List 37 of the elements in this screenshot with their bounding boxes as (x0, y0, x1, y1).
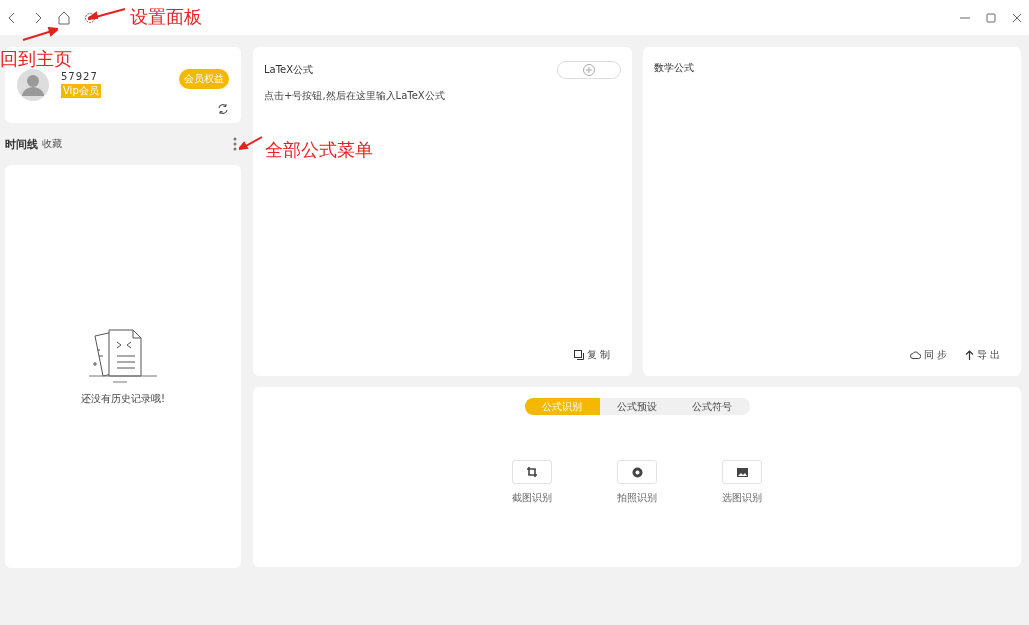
tool-button[interactable] (512, 460, 552, 484)
tool-label: 截图识别 (512, 491, 552, 505)
cloud-icon (909, 351, 921, 359)
timeline-title[interactable]: 时间线 (5, 136, 38, 152)
annotation-label: 回到主页 (0, 50, 72, 68)
copy-button[interactable]: 复 制 (574, 348, 611, 362)
copy-icon (574, 350, 585, 360)
arrow (22, 27, 58, 41)
export-button[interactable]: 导 出 (964, 348, 1000, 362)
home-icon[interactable] (56, 9, 72, 26)
camera-icon (631, 466, 643, 478)
refresh-icon[interactable] (217, 103, 229, 115)
image-icon (736, 467, 748, 477)
tool-label: 选图识别 (722, 491, 762, 505)
vip-badge: Vip会员 (61, 84, 101, 98)
plus-icon (582, 64, 595, 76)
annotation-label: 全部公式菜单 (265, 141, 373, 159)
sync-button[interactable]: 同 步 (909, 348, 947, 362)
user-id: 57927 (61, 71, 99, 82)
arrow (88, 8, 126, 20)
tool-button[interactable] (722, 460, 762, 484)
tool-button[interactable] (617, 460, 657, 484)
arrow (239, 136, 263, 150)
empty-history-text: 还没有历史记录哦! (81, 391, 165, 406)
more-menu-icon[interactable] (233, 137, 237, 151)
annotation-label: 设置面板 (130, 8, 202, 26)
tool-label: 拍照识别 (617, 491, 657, 505)
tab[interactable]: 公式符号 (674, 398, 750, 415)
up-arrow-icon (964, 350, 974, 360)
panel-title: LaTeX公式 (264, 63, 314, 77)
favorites-tab[interactable]: 收藏 (42, 137, 62, 151)
latex-hint: 点击+号按钮,然后在这里输入LaTeX公式 (264, 89, 446, 103)
empty-documents-drawing (87, 327, 159, 384)
crop-icon (527, 467, 537, 477)
avatar-icon (17, 69, 49, 101)
panel-title: 数学公式 (653, 61, 694, 75)
tab[interactable]: 公式预设 (599, 398, 675, 415)
